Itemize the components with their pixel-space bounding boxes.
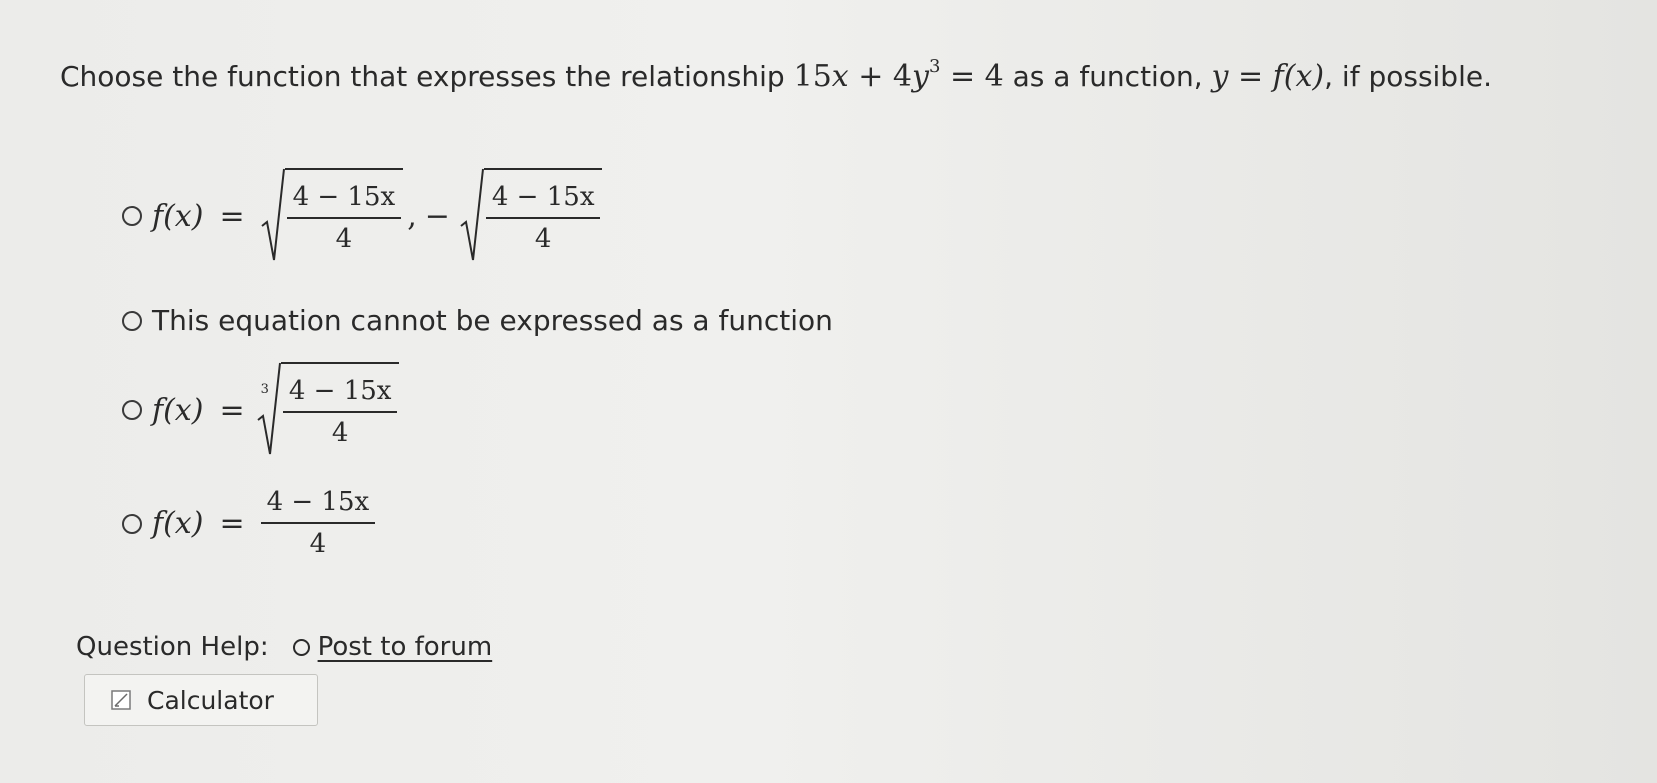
cube-root: 3 4 − 15x 4 <box>257 362 400 458</box>
option-4-formula: f(x) = 4 − 15x 4 <box>152 487 376 560</box>
answer-option-3[interactable]: f(x) = 3 4 − 15x 4 <box>122 362 400 458</box>
answer-option-4[interactable]: f(x) = 4 − 15x 4 <box>122 487 376 560</box>
square-root: 4 − 15x 4 <box>460 168 603 264</box>
question-help-label: Question Help: <box>76 632 269 662</box>
fraction: 4 − 15x 4 <box>485 182 601 255</box>
fraction: 4 − 15x 4 <box>286 182 402 255</box>
radical-sign-icon <box>260 168 285 261</box>
answer-option-1[interactable]: f(x) = 4 − 15x 4 , − 4 − 15x 4 <box>122 168 603 264</box>
option-1-formula: f(x) = 4 − 15x 4 , − 4 − 15x 4 <box>152 168 603 264</box>
question-equation: 15x + 4y3 = 4 <box>793 56 1004 95</box>
speech-bubble-icon[interactable] <box>292 638 310 656</box>
option-2-label: This equation cannot be expressed as a f… <box>152 304 833 337</box>
radical-sign-icon <box>460 168 484 261</box>
answer-option-2[interactable]: This equation cannot be expressed as a f… <box>122 304 833 337</box>
question-text-after: , if possible. <box>1324 60 1492 93</box>
calculator-icon <box>111 690 131 710</box>
radio-button[interactable] <box>122 310 142 331</box>
function-notation: y = f(x) <box>1211 59 1325 94</box>
fraction: 4 − 15x 4 <box>282 376 398 449</box>
fraction: 4 − 15x 4 <box>260 487 376 560</box>
option-3-formula: f(x) = 3 4 − 15x 4 <box>152 362 400 458</box>
post-to-forum-link[interactable]: Post to forum <box>318 632 493 662</box>
calculator-button[interactable]: Calculator <box>84 674 318 726</box>
question-help: Question Help: Post to forum <box>76 632 492 662</box>
question-prompt: Choose the function that expresses the r… <box>60 48 1600 106</box>
radio-button[interactable] <box>122 400 142 420</box>
calculator-label: Calculator <box>147 685 274 715</box>
question-text-before: Choose the function that expresses the r… <box>60 60 785 93</box>
square-root: 4 − 15x 4 <box>260 168 404 264</box>
radio-button[interactable] <box>122 513 142 534</box>
question-text-middle: as a function, <box>1012 60 1203 93</box>
radio-button[interactable] <box>122 206 142 226</box>
